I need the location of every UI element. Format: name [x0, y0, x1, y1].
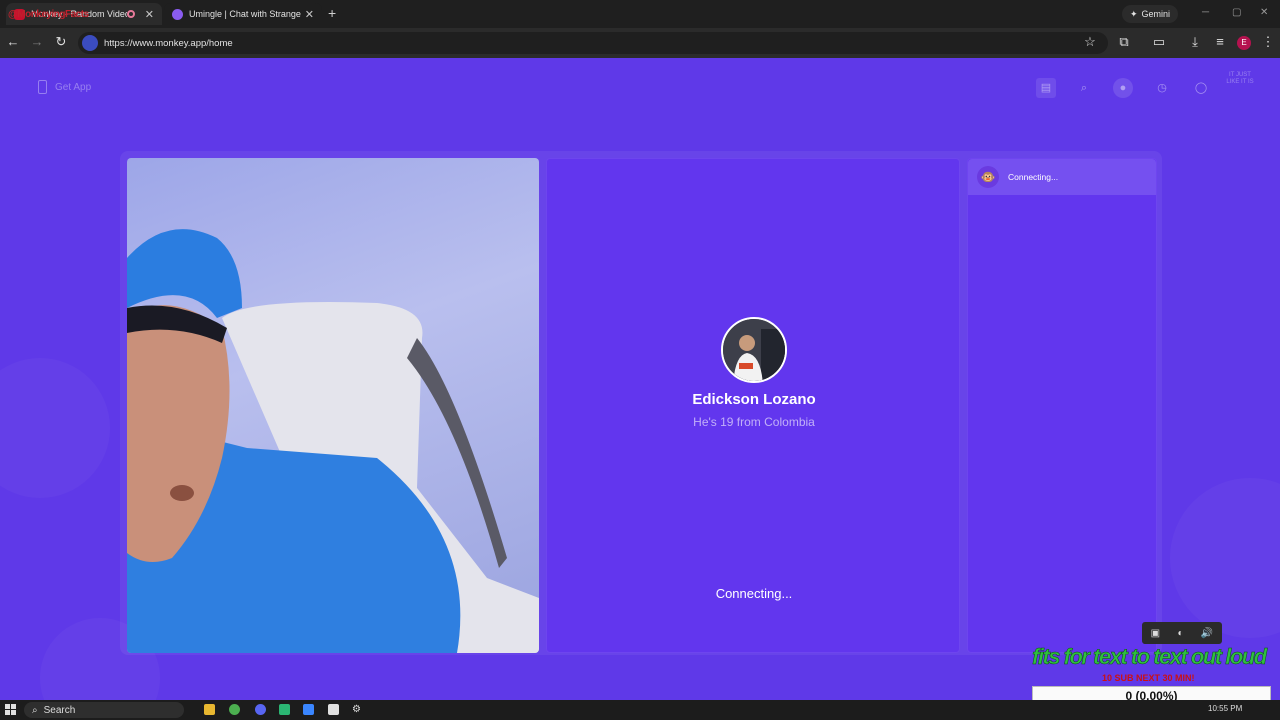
taskbar-search[interactable]: ⌕ Search [24, 702, 184, 718]
back-icon[interactable]: ← [5, 34, 21, 50]
sparkle-icon: ✦ [1130, 8, 1138, 19]
address-bar[interactable]: https://www.monkey.app/home [78, 32, 1108, 54]
tab-strip: Monkey - Random Video Chat ✕ @MonkeyingF… [0, 0, 1280, 28]
match-avatar[interactable] [721, 317, 787, 383]
match-details: He's 19 from Colombia [693, 415, 815, 429]
background-decoration [0, 358, 110, 498]
chrome-icon[interactable] [229, 704, 240, 715]
file-explorer-icon[interactable] [204, 704, 215, 715]
get-app-button[interactable]: Get App [38, 80, 91, 94]
new-tab-icon[interactable]: + [328, 5, 336, 21]
reading-list-icon[interactable]: ≡ [1212, 34, 1228, 50]
menu-icon[interactable]: ⋮ [1260, 34, 1276, 50]
local-video [127, 158, 539, 653]
tray-popup: ▣ ◐ 🔊 [1142, 622, 1222, 644]
recording-icon [126, 10, 135, 18]
tab-title: Umingle | Chat with Strangers [189, 9, 301, 19]
forward-icon[interactable]: → [29, 34, 45, 50]
background-decoration [1170, 478, 1280, 638]
profile-menu[interactable]: IT JUST LIKE IT IS [1224, 72, 1256, 102]
chat-icon[interactable]: ◯ [1191, 78, 1211, 98]
friends-icon[interactable]: ● [1113, 78, 1133, 98]
close-tab-icon[interactable]: ✕ [145, 8, 154, 21]
chat-panel: 🐵 Connecting... [967, 158, 1157, 653]
nvidia-icon[interactable]: ▣ [1151, 628, 1160, 639]
tab-umingle[interactable]: Umingle | Chat with Strangers ✕ [164, 3, 322, 25]
browser-toolbar: ← → ↻ https://www.monkey.app/home ☆ ⧉ ▭ … [0, 28, 1280, 58]
cast-icon[interactable]: ▭ [1151, 34, 1167, 50]
windows-taskbar: ⌕ Search ⚙ 10:55 PM [0, 700, 1280, 720]
webcam-feed [127, 229, 539, 653]
app-tray-icon[interactable]: ◐ [1177, 628, 1183, 639]
profile-avatar[interactable]: E [1237, 36, 1251, 50]
app-icon[interactable] [279, 704, 290, 715]
monkey-icon: 🐵 [977, 166, 999, 188]
maximize-icon[interactable]: ▢ [1232, 7, 1241, 18]
monkey-app-page: Get App ▤ ⌕ ● ◷ ◯ IT JUST LIKE IT IS Edi… [0, 58, 1280, 700]
match-card: Edickson Lozano He's 19 from Colombia Co… [546, 158, 960, 653]
extensions-icon[interactable]: ⧉ [1116, 34, 1132, 50]
site-info-icon[interactable] [82, 35, 98, 51]
tts-banner: fits for text to text out loud [1032, 644, 1268, 670]
search-placeholder: Search [43, 704, 76, 716]
close-window-icon[interactable]: ✕ [1260, 7, 1268, 18]
channel-watermark: @MonkeyingFacts [8, 9, 89, 20]
shop-icon[interactable]: ▤ [1036, 78, 1056, 98]
minimize-icon[interactable]: ─ [1202, 7, 1209, 18]
chat-status-row: 🐵 Connecting... [968, 159, 1156, 195]
download-icon[interactable]: ⤓ [1187, 34, 1203, 50]
close-tab-icon[interactable]: ✕ [305, 8, 314, 21]
app-icon[interactable] [303, 704, 314, 715]
bookmark-star-icon[interactable]: ☆ [1082, 34, 1098, 50]
connection-status: Connecting... [715, 586, 793, 601]
umingle-favicon-icon [172, 8, 183, 20]
avatar-photo [723, 319, 785, 381]
settings-gear-icon[interactable]: ⚙ [352, 704, 363, 715]
gemini-label: Gemini [1141, 9, 1171, 19]
taskbar-clock[interactable]: 10:55 PM [1208, 704, 1242, 713]
search-icon[interactable]: ⌕ [1074, 78, 1094, 98]
reload-icon[interactable]: ↻ [53, 34, 69, 50]
history-icon[interactable]: ◷ [1152, 78, 1172, 98]
sub-goal-text: 10 SUB NEXT 30 MIN! [1102, 673, 1195, 683]
capcut-icon[interactable] [328, 704, 339, 715]
discord-icon[interactable] [255, 704, 266, 715]
gemini-button[interactable]: ✦ Gemini [1122, 5, 1179, 23]
phone-icon [38, 80, 47, 94]
get-app-label: Get App [55, 81, 92, 93]
search-icon: ⌕ [32, 704, 38, 716]
windows-start-icon[interactable] [5, 704, 16, 715]
url-text: https://www.monkey.app/home [104, 37, 233, 49]
chat-status-text: Connecting... [1008, 172, 1059, 182]
match-name: Edickson Lozano [692, 391, 816, 408]
volume-icon[interactable]: 🔊 [1201, 628, 1213, 639]
